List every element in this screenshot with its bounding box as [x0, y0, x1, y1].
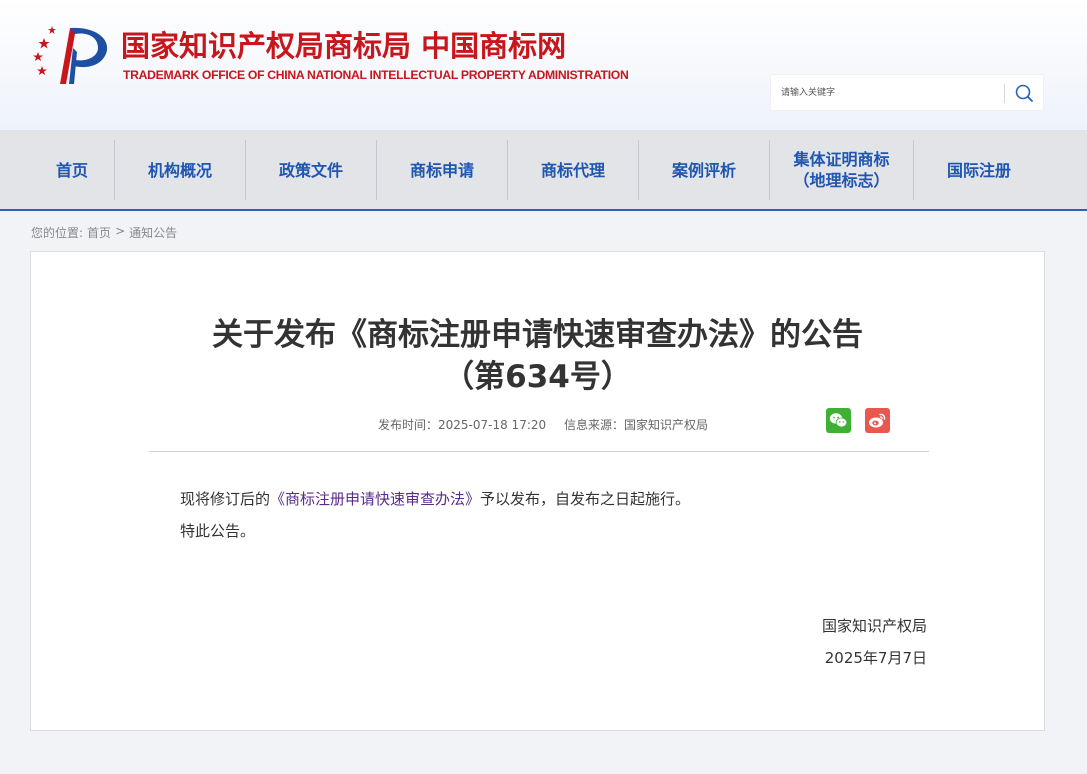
nav-item-agency[interactable]: 商标代理 [508, 140, 638, 200]
article-meta: 发布时间：2025-07-18 17:20 信息来源：国家知识产权局 [378, 416, 722, 433]
breadcrumb-separator: > [115, 224, 126, 238]
publish-time: 发布时间：2025-07-18 17:20 [378, 418, 547, 432]
site-title-en[interactable]: TRADEMARK OFFICE OF CHINA NATIONAL INTEL… [123, 68, 629, 82]
nav-item-label: 首页 [55, 160, 88, 180]
nav-item-label: 机构概况 [147, 160, 212, 180]
weibo-icon [869, 413, 886, 428]
paragraph-text: 予以发布，自发布之日起施行。 [480, 490, 691, 508]
search-divider [1004, 84, 1005, 103]
article-paragraph: 现将修订后的《商标注册申请快速审查办法》予以发布，自发布之日起施行。 [180, 483, 690, 515]
breadcrumb: 您的位置: 首页 > 通知公告 [31, 224, 177, 241]
article-panel: 关于发布《商标注册申请快速审查办法》的公告 （第634号） 发布时间：2025-… [30, 251, 1045, 731]
site-header: 国家知识产权局商标局 中国商标网 TRADEMARK OFFICE OF CHI… [0, 0, 1087, 130]
breadcrumb-prefix: 您的位置: [31, 226, 84, 240]
nav-item-about[interactable]: 机构概况 [115, 140, 245, 200]
article-paragraph: 特此公告。 [180, 522, 256, 540]
share-wechat-button[interactable] [826, 408, 851, 433]
wechat-icon [829, 413, 848, 428]
signature-org: 国家知识产权局 [821, 617, 927, 635]
nav-item-label-sub: （地理标志） [793, 171, 890, 190]
article-divider [149, 451, 929, 452]
nav-item-policy[interactable]: 政策文件 [246, 140, 376, 200]
paragraph-text: 现将修订后的 [180, 490, 271, 508]
breadcrumb-home-link[interactable]: 首页 [87, 224, 111, 241]
nav-item-home[interactable]: 首页 [30, 140, 114, 200]
article-title-line2: （第634号） [443, 359, 632, 395]
nav-item-label: 商标代理 [540, 160, 605, 180]
article-title-line1: 关于发布《商标注册申请快速审查办法》的公告 [212, 317, 863, 353]
nav-item-label: 国际注册 [946, 160, 1011, 180]
share-weibo-button[interactable] [865, 408, 890, 433]
nav-item-label: 集体证明商标 [793, 150, 890, 169]
search-icon[interactable] [1011, 81, 1037, 105]
breadcrumb-current-link[interactable]: 通知公告 [129, 224, 177, 241]
nav-item-application[interactable]: 商标申请 [377, 140, 507, 200]
signature-date: 2025年7月7日 [824, 649, 927, 667]
nav-item-international[interactable]: 国际注册 [914, 140, 1044, 200]
regulation-link[interactable]: 《商标注册申请快速审查办法》 [270, 490, 480, 508]
nav-item-label: 商标申请 [409, 160, 474, 180]
info-source: 信息来源：国家知识产权局 [563, 418, 708, 432]
article-body: 现将修订后的《商标注册申请快速审查办法》予以发布，自发布之日起施行。 特此公告。 [180, 483, 690, 547]
article-title: 关于发布《商标注册申请快速审查办法》的公告 （第634号） [31, 314, 1044, 398]
article-signature: 国家知识产权局 2025年7月7日 [822, 610, 927, 674]
nav-item-collective-marks[interactable]: 集体证明商标 （地理标志） [770, 140, 913, 200]
cnipa-logo-icon[interactable] [30, 22, 112, 88]
site-title-cn[interactable]: 国家知识产权局商标局 中国商标网 [121, 26, 566, 66]
search-box [770, 74, 1044, 111]
nav-item-label: 案例评析 [671, 160, 736, 180]
nav-item-label: 政策文件 [278, 160, 343, 180]
nav-item-cases[interactable]: 案例评析 [639, 140, 769, 200]
main-nav: 首页 机构概况 政策文件 商标申请 商标代理 案例评析 集体证明商标 （地理标志… [0, 130, 1087, 211]
search-input[interactable] [771, 75, 1003, 110]
